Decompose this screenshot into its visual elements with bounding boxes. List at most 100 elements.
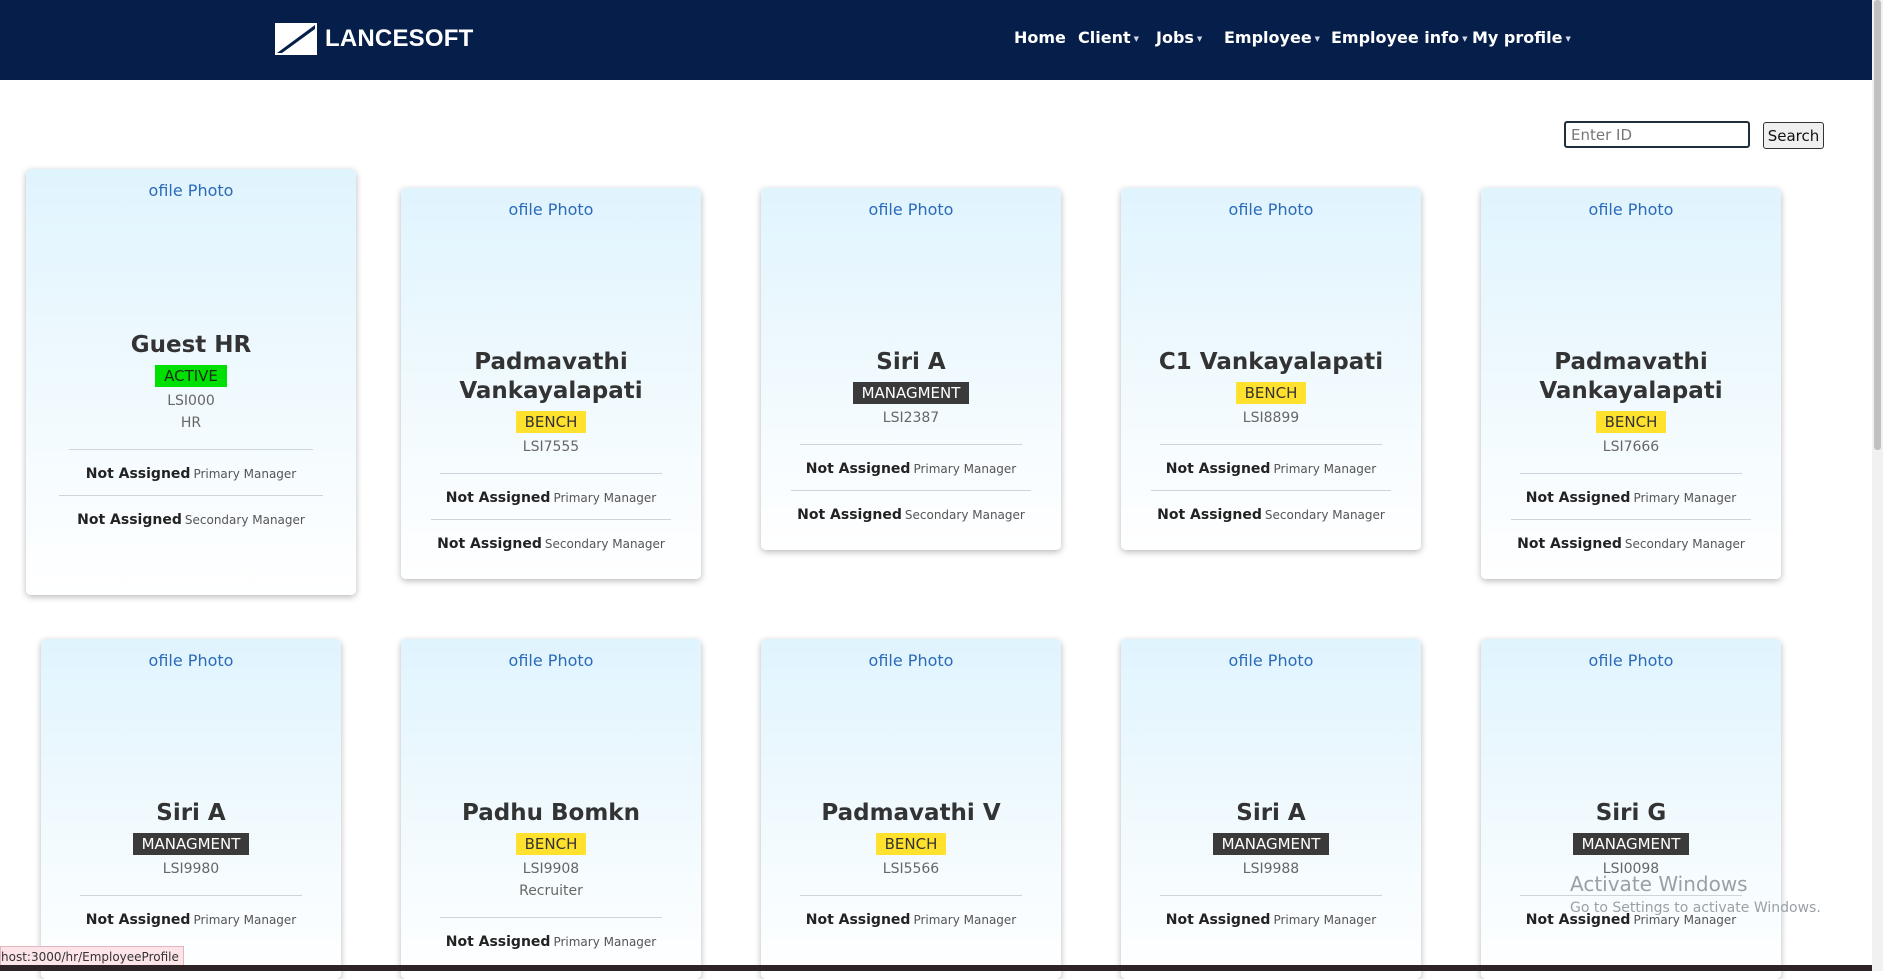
primary-manager-value: Not Assigned [445,934,551,950]
employee-card[interactable]: ofile Photo Siri A MANAGMENT LSI9988 Not… [1121,639,1421,979]
chevron-down-icon: ▼ [1133,34,1139,43]
secondary-manager-row: Not Assigned Secondary Manager [77,509,305,528]
employee-card[interactable]: ofile Photo Padhu Bomkn BENCH LSI9908 Re… [401,639,701,979]
employee-card[interactable]: ofile Photo Siri A MANAGMENT LSI9980 Not… [41,639,341,979]
employee-id: LSI9988 [1242,861,1300,877]
search-button[interactable]: Search [1763,122,1824,149]
primary-manager-row: Not Assigned Primary Manager [1166,909,1377,928]
primary-manager-label: Primary Manager [553,491,657,505]
nav-employee-info[interactable]: Employee info ▼ [1331,28,1467,47]
primary-manager-label: Primary Manager [1273,913,1377,927]
lancesoft-logo-icon [275,23,317,55]
employee-id: LSI2387 [882,410,940,426]
primary-manager-row: Not Assigned Primary Manager [446,931,657,950]
employee-id: LSI5566 [882,861,940,877]
primary-manager-row: Not Assigned Primary Manager [1166,458,1377,477]
nav-my-profile[interactable]: My profile ▼ [1472,28,1571,47]
employee-card[interactable]: ofile Photo Padmavathi Vankayalapati BEN… [1481,188,1781,579]
employee-name: Padmavathi Vankayalapati [459,349,643,404]
secondary-manager-label: Secondary Manager [184,513,305,527]
divider [440,473,662,474]
divider [800,895,1022,896]
profile-photo: ofile Photo [1121,651,1421,801]
employee-name: Siri A [1236,800,1306,826]
primary-manager-value: Not Assigned [1525,490,1631,506]
divider [1520,473,1742,474]
profile-photo-alt: ofile Photo [868,200,954,219]
primary-manager-label: Primary Manager [553,935,657,949]
status-badge: BENCH [515,833,587,855]
employee-card[interactable]: ofile Photo Siri G MANAGMENT LSI0098 Not… [1481,639,1781,979]
primary-manager-value: Not Assigned [1165,461,1271,477]
chevron-down-icon: ▼ [1462,34,1468,43]
brand[interactable]: LANCESOFT [275,23,473,55]
secondary-manager-value: Not Assigned [77,512,182,528]
divider [59,495,323,496]
secondary-manager-value: Not Assigned [1517,536,1622,552]
secondary-manager-value: Not Assigned [1157,507,1262,523]
secondary-manager-row: Not Assigned Secondary Manager [437,533,665,552]
nav-home[interactable]: Home [1014,28,1066,47]
divider [68,449,314,450]
secondary-manager-row: Not Assigned Secondary Manager [797,504,1025,523]
chevron-down-icon: ▼ [1314,34,1321,43]
status-badge: MANAGMENT [1212,833,1330,855]
status-badge: BENCH [875,833,947,855]
primary-manager-value: Not Assigned [805,912,911,928]
taskbar-edge [0,965,1872,971]
profile-photo-alt: ofile Photo [508,200,594,219]
primary-manager-value: Not Assigned [805,461,911,477]
primary-manager-row: Not Assigned Primary Manager [446,487,657,506]
secondary-manager-label: Secondary Manager [904,508,1025,522]
status-badge: MANAGMENT [852,382,970,404]
profile-photo-alt: ofile Photo [1588,651,1674,670]
secondary-manager-value: Not Assigned [437,536,542,552]
status-badge: MANAGMENT [132,833,250,855]
secondary-manager-label: Secondary Manager [1264,508,1385,522]
employee-role: HR [180,415,202,431]
profile-photo: ofile Photo [1481,651,1781,801]
secondary-manager-row: Not Assigned Secondary Manager [1157,504,1385,523]
nav-my-profile-label: My profile [1472,28,1563,47]
nav-jobs[interactable]: Jobs ▼ [1156,28,1202,47]
employee-name: Padmavathi V [821,800,1001,826]
nav-employee[interactable]: Employee ▼ [1224,28,1320,47]
divider [791,490,1031,491]
employee-card[interactable]: ofile Photo Siri A MANAGMENT LSI2387 Not… [761,188,1061,550]
secondary-manager-label: Secondary Manager [544,537,665,551]
employee-card[interactable]: ofile Photo C1 Vankayalapati BENCH LSI88… [1121,188,1421,550]
windows-activation-watermark: Activate Windows Go to Settings to activ… [1570,872,1821,916]
nav-jobs-label: Jobs [1156,28,1194,47]
brand-name: LANCESOFT [325,25,474,52]
primary-manager-value: Not Assigned [445,490,551,506]
employee-card[interactable]: ofile Photo Padmavathi V BENCH LSI5566 N… [761,639,1061,979]
nav-client[interactable]: Client ▼ [1078,28,1139,47]
primary-manager-label: Primary Manager [913,913,1017,927]
status-badge: ACTIVE [155,365,227,387]
employee-id: LSI7555 [522,439,580,455]
primary-manager-row: Not Assigned Primary Manager [806,458,1017,477]
nav-employee-info-label: Employee info [1331,28,1460,47]
profile-photo-alt: ofile Photo [508,651,594,670]
nav-client-label: Client [1078,28,1131,47]
chevron-down-icon: ▼ [1565,34,1571,43]
status-badge: BENCH [1235,382,1307,404]
primary-manager-row: Not Assigned Primary Manager [86,463,297,482]
scrollbar-thumb[interactable] [1874,0,1881,450]
employee-card[interactable]: ofile Photo Padmavathi Vankayalapati BEN… [401,188,701,579]
employee-id: LSI000 [167,393,215,409]
search-input[interactable] [1564,121,1750,148]
employee-id: LSI9980 [162,861,220,877]
nav-employee-label: Employee [1224,28,1312,47]
divider [80,895,302,896]
employee-name: Siri G [1595,800,1667,826]
status-badge: MANAGMENT [1572,833,1690,855]
primary-manager-value: Not Assigned [85,912,191,928]
watermark-title: Activate Windows [1570,872,1748,896]
profile-photo-alt: ofile Photo [1588,200,1674,219]
profile-photo-alt: ofile Photo [1228,651,1314,670]
secondary-manager-value: Not Assigned [797,507,902,523]
primary-manager-value: Not Assigned [85,466,191,482]
profile-photo-alt: ofile Photo [148,181,234,200]
employee-card[interactable]: ofile Photo Guest HR ACTIVE LSI000 HR No… [26,169,356,595]
